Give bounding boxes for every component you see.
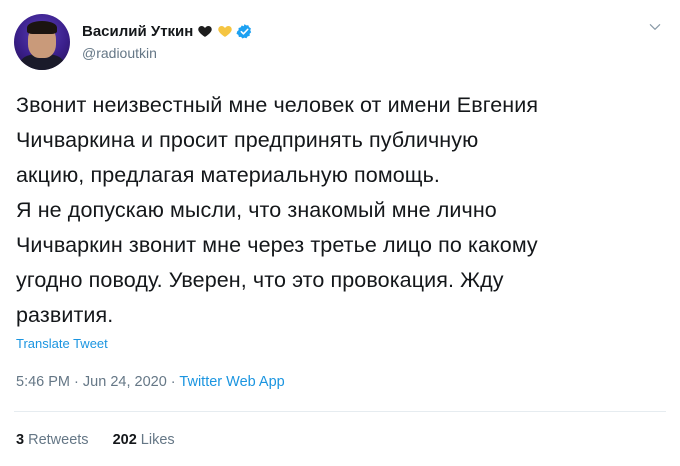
retweets-stat[interactable]: 3 Retweets	[16, 432, 89, 448]
meta-separator: ·	[170, 374, 176, 390]
translate-tweet-link[interactable]: Translate Tweet	[16, 336, 108, 351]
tweet-stats: 3 Retweets 202 Likes	[16, 432, 175, 448]
tweet-time[interactable]: 5:46 PM	[16, 374, 70, 390]
tweet-card: Василий Уткин @radioutkin Звонит неизвес…	[0, 0, 680, 466]
likes-label: Likes	[140, 432, 175, 448]
likes-count: 202	[112, 432, 137, 448]
tweet-text: Звонит неизвестный мне человек от имени …	[16, 93, 539, 327]
black-heart-icon	[198, 26, 213, 37]
display-name[interactable]: Василий Уткин	[82, 23, 193, 40]
retweets-count: 3	[16, 432, 25, 448]
user-handle[interactable]: @radioutkin	[82, 45, 157, 61]
chevron-down-icon[interactable]	[648, 20, 662, 34]
tweet-meta: 5:46 PM · Jun 24, 2020 · Twitter Web App	[16, 374, 285, 390]
tweet-source-link[interactable]: Twitter Web App	[179, 374, 284, 390]
meta-separator: ·	[74, 374, 79, 390]
verified-badge-icon	[236, 23, 252, 38]
retweets-label: Retweets	[28, 432, 89, 448]
tweet-date[interactable]: Jun 24, 2020	[83, 374, 167, 390]
avatar[interactable]	[14, 14, 70, 70]
likes-stat[interactable]: 202 Likes	[113, 432, 175, 448]
author-name-row: Василий Уткин	[82, 20, 253, 42]
divider	[14, 411, 666, 412]
yellow-heart-icon	[218, 26, 233, 37]
